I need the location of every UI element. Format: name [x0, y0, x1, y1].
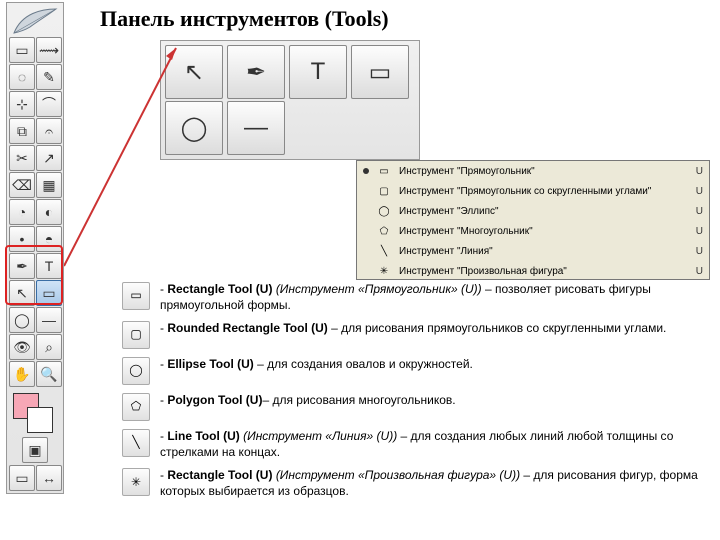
desc-text: - Rectangle Tool (U) (Инструмент «Произв… [160, 468, 708, 499]
desc-icon: ╲ [122, 429, 150, 457]
preview-tool-3: ▭ [351, 45, 409, 99]
tool-button-0[interactable]: ▭ [9, 37, 35, 63]
preview-tool-1: ✒ [227, 45, 285, 99]
mode-buttons: ▣ [9, 437, 61, 463]
flyout-item-label: Инструмент "Прямоугольник со скругленным… [399, 186, 696, 197]
flyout-item-shortcut: U [696, 266, 703, 277]
flyout-item-label: Инструмент "Эллипс" [399, 206, 696, 217]
tools-palette: ▭⟿◌✎⊹⌒⧉𝄐✂↗⌫▦◔◐•◓✒T↖▭◯—👁⌕✋🔍 ▣ ▭ ↔ [6, 2, 64, 494]
flyout-item-shortcut: U [696, 186, 703, 197]
desc-row-1: ▢ - Rounded Rectangle Tool (U) – для рисо… [122, 321, 708, 349]
tool-button-18[interactable]: ↖ [9, 280, 35, 306]
desc-row-0: ▭ - Rectangle Tool (U) (Инструмент «Прямо… [122, 282, 708, 313]
flyout-item-shortcut: U [696, 246, 703, 257]
tool-button-16[interactable]: ✒ [9, 253, 35, 279]
tool-button-6[interactable]: ⧉ [9, 118, 35, 144]
flyout-item-label: Инструмент "Многоугольник" [399, 226, 696, 237]
flyout-item-2[interactable]: ◯ Инструмент "Эллипс"U [357, 201, 709, 221]
flyout-item-shortcut: U [696, 206, 703, 217]
preview-tool-4: ◯ [165, 101, 223, 155]
desc-text: - Line Tool (U) (Инструмент «Линия» (U))… [160, 429, 708, 460]
flyout-item-label: Инструмент "Произвольная фигура" [399, 266, 696, 277]
desc-row-4: ╲ - Line Tool (U) (Инструмент «Линия» (U)… [122, 429, 708, 460]
flyout-item-4[interactable]: ╲ Инструмент "Линия"U [357, 241, 709, 261]
tool-button-24[interactable]: ✋ [9, 361, 35, 387]
color-swatches[interactable] [9, 391, 61, 435]
desc-text: - Rounded Rectangle Tool (U) – для рисов… [160, 321, 708, 337]
tool-descriptions: ▭ - Rectangle Tool (U) (Инструмент «Прямо… [122, 282, 708, 508]
flyout-item-1[interactable]: ▢ Инструмент "Прямоугольник со скругленны… [357, 181, 709, 201]
tool-button-9[interactable]: ↗ [36, 145, 62, 171]
desc-text: - Polygon Tool (U)– для рисования многоу… [160, 393, 708, 409]
tool-button-1[interactable]: ⟿ [36, 37, 62, 63]
tool-button-20[interactable]: ◯ [9, 307, 35, 333]
preview-tool-2: T [289, 45, 347, 99]
selected-dot [363, 168, 369, 174]
flyout-item-shortcut: U [696, 166, 703, 177]
flyout-item-icon: ▢ [375, 184, 393, 198]
shape-tool-flyout: ▭Инструмент "Прямоугольник"U▢Инструмент … [356, 160, 710, 280]
tool-button-22[interactable]: 👁 [9, 334, 35, 360]
flyout-item-icon: ╲ [375, 244, 393, 258]
flyout-item-icon: ⬠ [375, 224, 393, 238]
tool-button-8[interactable]: ✂ [9, 145, 35, 171]
tool-button-23[interactable]: ⌕ [36, 334, 62, 360]
tool-button-2[interactable]: ◌ [9, 64, 35, 90]
preview-tool-0: ↖ [165, 45, 223, 99]
flyout-item-3[interactable]: ⬠ Инструмент "Многоугольник"U [357, 221, 709, 241]
desc-icon: ◯ [122, 357, 150, 385]
tool-button-4[interactable]: ⊹ [9, 91, 35, 117]
tool-button-10[interactable]: ⌫ [9, 172, 35, 198]
tool-button-5[interactable]: ⌒ [36, 91, 62, 117]
quickmask-button[interactable]: ▣ [22, 437, 48, 463]
screenmode-1[interactable]: ▭ [9, 465, 35, 491]
tool-button-3[interactable]: ✎ [36, 64, 62, 90]
tool-button-21[interactable]: — [36, 307, 62, 333]
flyout-item-label: Инструмент "Линия" [399, 246, 696, 257]
tool-button-19[interactable]: ▭ [36, 280, 62, 306]
app-logo [9, 5, 61, 37]
desc-icon: ⬠ [122, 393, 150, 421]
tool-button-11[interactable]: ▦ [36, 172, 62, 198]
preview-tool-5: — [227, 101, 285, 155]
tool-button-25[interactable]: 🔍 [36, 361, 62, 387]
flyout-item-shortcut: U [696, 226, 703, 237]
flyout-item-label: Инструмент "Прямоугольник" [399, 166, 696, 177]
tool-button-15[interactable]: ◓ [36, 226, 62, 252]
tool-button-17[interactable]: T [36, 253, 62, 279]
tool-grid: ▭⟿◌✎⊹⌒⧉𝄐✂↗⌫▦◔◐•◓✒T↖▭◯—👁⌕✋🔍 [9, 37, 61, 387]
flyout-item-icon: ◯ [375, 204, 393, 218]
flyout-item-0[interactable]: ▭ Инструмент "Прямоугольник"U [357, 161, 709, 181]
desc-row-5: ✳ - Rectangle Tool (U) (Инструмент «Произ… [122, 468, 708, 499]
desc-text: - Rectangle Tool (U) (Инструмент «Прямоу… [160, 282, 708, 313]
background-swatch[interactable] [27, 407, 53, 433]
tool-preview-panel: ↖✒T▭ ◯— [160, 40, 420, 160]
screenmode-2[interactable]: ↔ [36, 465, 62, 491]
flyout-item-5[interactable]: ✳ Инструмент "Произвольная фигура"U [357, 261, 709, 280]
desc-icon: ✳ [122, 468, 150, 496]
desc-row-2: ◯ - Ellipse Tool (U) – для создания овало… [122, 357, 708, 385]
flyout-item-icon: ✳ [375, 264, 393, 278]
tool-button-7[interactable]: 𝄐 [36, 118, 62, 144]
tool-button-12[interactable]: ◔ [9, 199, 35, 225]
page-title: Панель инструментов (Tools) [100, 6, 389, 32]
tool-button-13[interactable]: ◐ [36, 199, 62, 225]
desc-text: - Ellipse Tool (U) – для создания овалов… [160, 357, 708, 373]
tool-button-14[interactable]: • [9, 226, 35, 252]
screen-mode-buttons: ▭ ↔ [9, 465, 61, 491]
flyout-item-icon: ▭ [375, 164, 393, 178]
desc-icon: ▭ [122, 282, 150, 310]
desc-icon: ▢ [122, 321, 150, 349]
desc-row-3: ⬠ - Polygon Tool (U)– для рисования много… [122, 393, 708, 421]
